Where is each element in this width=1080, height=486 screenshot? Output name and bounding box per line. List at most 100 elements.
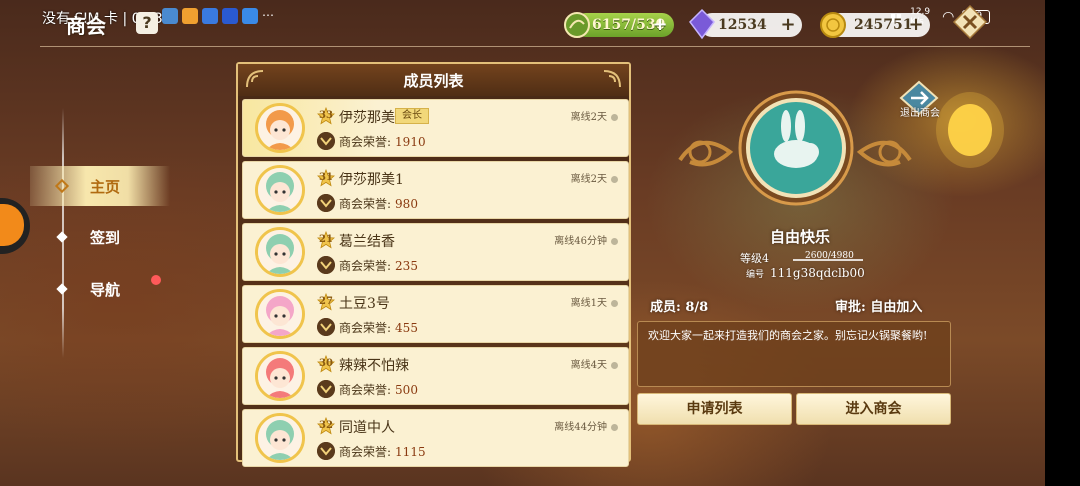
- ornament-icon: [246, 70, 264, 88]
- page-title: 商会: [66, 14, 106, 38]
- avatar-portrait-icon: [258, 106, 302, 150]
- avatar-portrait-icon: [258, 230, 302, 274]
- member-row[interactable]: 31 伊莎那美1 离线2天商会荣誉: 980: [242, 161, 629, 219]
- status-dot-icon: [611, 114, 618, 121]
- honor-badge-icon: [317, 256, 335, 274]
- member-avatar[interactable]: [255, 289, 305, 339]
- help-button[interactable]: ?: [136, 12, 158, 34]
- member-status: 离线46分钟: [554, 232, 618, 247]
- app-notification-icon: [202, 8, 218, 24]
- honor-label: 商会荣誉:: [339, 259, 392, 273]
- member-row[interactable]: 21 葛兰结香 离线46分钟 商会荣誉: 235: [242, 223, 629, 281]
- avatar-portrait-icon: [258, 416, 302, 460]
- avatar-portrait-icon: [258, 354, 302, 398]
- notification-badge: [151, 275, 161, 285]
- ornament-icon: [603, 70, 621, 88]
- honor-label: 商会荣誉:: [339, 321, 392, 335]
- member-honor: 商会荣誉: 455: [339, 319, 418, 336]
- member-name: 辣辣不怕辣: [339, 358, 409, 374]
- status-dot-icon: [611, 176, 618, 183]
- member-row[interactable]: 32 同道中人 离线44分钟 商会荣誉: 1115: [242, 409, 629, 467]
- member-avatar[interactable]: [255, 413, 305, 463]
- guild-member-count: 成员: 8/8: [650, 300, 709, 315]
- role-badge: 会长: [395, 108, 429, 124]
- member-row[interactable]: 33 伊莎那美 会长 离线2天商会荣誉: 1910: [242, 99, 629, 157]
- member-row[interactable]: 27 土豆3号 离线1天商会荣誉: 455: [242, 285, 629, 343]
- member-status-text: 离线1天: [570, 298, 607, 309]
- nav-item-checkin[interactable]: 签到: [30, 217, 170, 257]
- member-honor: 商会荣誉: 1115: [339, 443, 426, 460]
- lantern-decoration: [936, 92, 1004, 168]
- member-level: 33: [319, 110, 333, 121]
- honor-label: 商会荣誉:: [339, 445, 392, 459]
- nav-item-home[interactable]: 主页: [30, 166, 170, 206]
- member-status-text: 离线4天: [570, 360, 607, 371]
- member-avatar[interactable]: [255, 351, 305, 401]
- guild-name: 自由快乐: [769, 228, 830, 246]
- member-name: 伊莎那美: [339, 110, 395, 126]
- member-status-text: 离线46分钟: [554, 236, 607, 247]
- apply-list-button[interactable]: 申请列表: [637, 393, 792, 425]
- honor-badge-icon: [317, 318, 335, 336]
- guild-notice: 欢迎大家一起来打造我们的商会之家。别忘记火锅聚餐哟!: [637, 321, 951, 387]
- honor-value: 235: [395, 259, 418, 273]
- avatar-portrait-icon: [258, 168, 302, 212]
- member-status-text: 离线2天: [570, 112, 607, 123]
- nav-active-marker-icon: [54, 178, 70, 194]
- member-honor: 商会荣誉: 980: [339, 195, 418, 212]
- status-dot-icon: [611, 362, 618, 369]
- notification-icons: ⋯: [162, 8, 274, 24]
- honor-badge-icon: [317, 442, 335, 460]
- gem-icon: [689, 8, 715, 40]
- status-dot-icon: [611, 300, 618, 307]
- member-avatar[interactable]: [255, 165, 305, 215]
- member-list-panel: 成员列表 33 伊莎那美 会长 离线2天 商会荣誉: 1910 31 伊莎那美1 离线2天 商会荣…: [236, 62, 631, 467]
- honor-value: 1115: [395, 445, 426, 459]
- add-stamina-button[interactable]: +: [650, 15, 670, 35]
- guild-id-row: 编号 111g38qdclb00: [746, 266, 865, 280]
- gem-value: 12534: [718, 17, 767, 33]
- add-gold-button[interactable]: +: [906, 15, 926, 35]
- member-status: 离线4天: [571, 356, 618, 371]
- member-name: 土豆3号: [339, 296, 390, 312]
- member-row[interactable]: 30 辣辣不怕辣 离线4天 商会荣誉: 500: [242, 347, 629, 405]
- nav-item-navigation[interactable]: 导航: [30, 269, 170, 309]
- member-status: 离线2天: [571, 170, 618, 185]
- guild-approval: 审批: 自由加入: [835, 300, 923, 315]
- nav-item-label: 签到: [90, 228, 121, 247]
- panel-title: 成员列表: [403, 72, 464, 90]
- member-name: 伊莎那美1: [339, 172, 404, 188]
- honor-badge-icon: [317, 132, 335, 150]
- honor-label: 商会荣誉:: [339, 135, 392, 149]
- member-name: 葛兰结香: [339, 234, 395, 250]
- member-status-text: 离线2天: [570, 174, 607, 185]
- honor-value: 500: [395, 383, 418, 397]
- honor-badge-icon: [317, 380, 335, 398]
- app-notification-icon: [182, 8, 198, 24]
- guild-emblem-icon: [678, 90, 912, 206]
- member-level: 27: [319, 296, 333, 307]
- member-avatar[interactable]: [255, 227, 305, 277]
- header-divider: [40, 46, 1030, 47]
- close-icon[interactable]: [952, 4, 988, 40]
- add-gems-button[interactable]: +: [778, 15, 798, 35]
- avatar-portrait-icon: [258, 292, 302, 336]
- member-level: 30: [319, 358, 333, 369]
- guild-level: 等级4: [740, 252, 769, 265]
- nav-item-label: 主页: [90, 177, 121, 196]
- honor-badge-icon: [317, 194, 335, 212]
- guild-xp-text: 2600/4980: [805, 251, 854, 261]
- member-status-text: 离线44分钟: [554, 422, 607, 433]
- honor-value: 1910: [395, 135, 426, 149]
- nav-marker-icon: [56, 231, 68, 243]
- member-honor: 商会荣誉: 235: [339, 257, 418, 274]
- member-level: 31: [319, 172, 333, 183]
- panel-header: 成员列表: [238, 64, 629, 96]
- enter-guild-button[interactable]: 进入商会: [796, 393, 951, 425]
- honor-label: 商会荣誉:: [339, 197, 392, 211]
- gold-coin-icon: [820, 12, 846, 38]
- member-avatar[interactable]: [255, 103, 305, 153]
- app-notification-icon: [242, 8, 258, 24]
- member-status: 离线2天: [571, 108, 618, 123]
- member-level: 32: [319, 420, 333, 431]
